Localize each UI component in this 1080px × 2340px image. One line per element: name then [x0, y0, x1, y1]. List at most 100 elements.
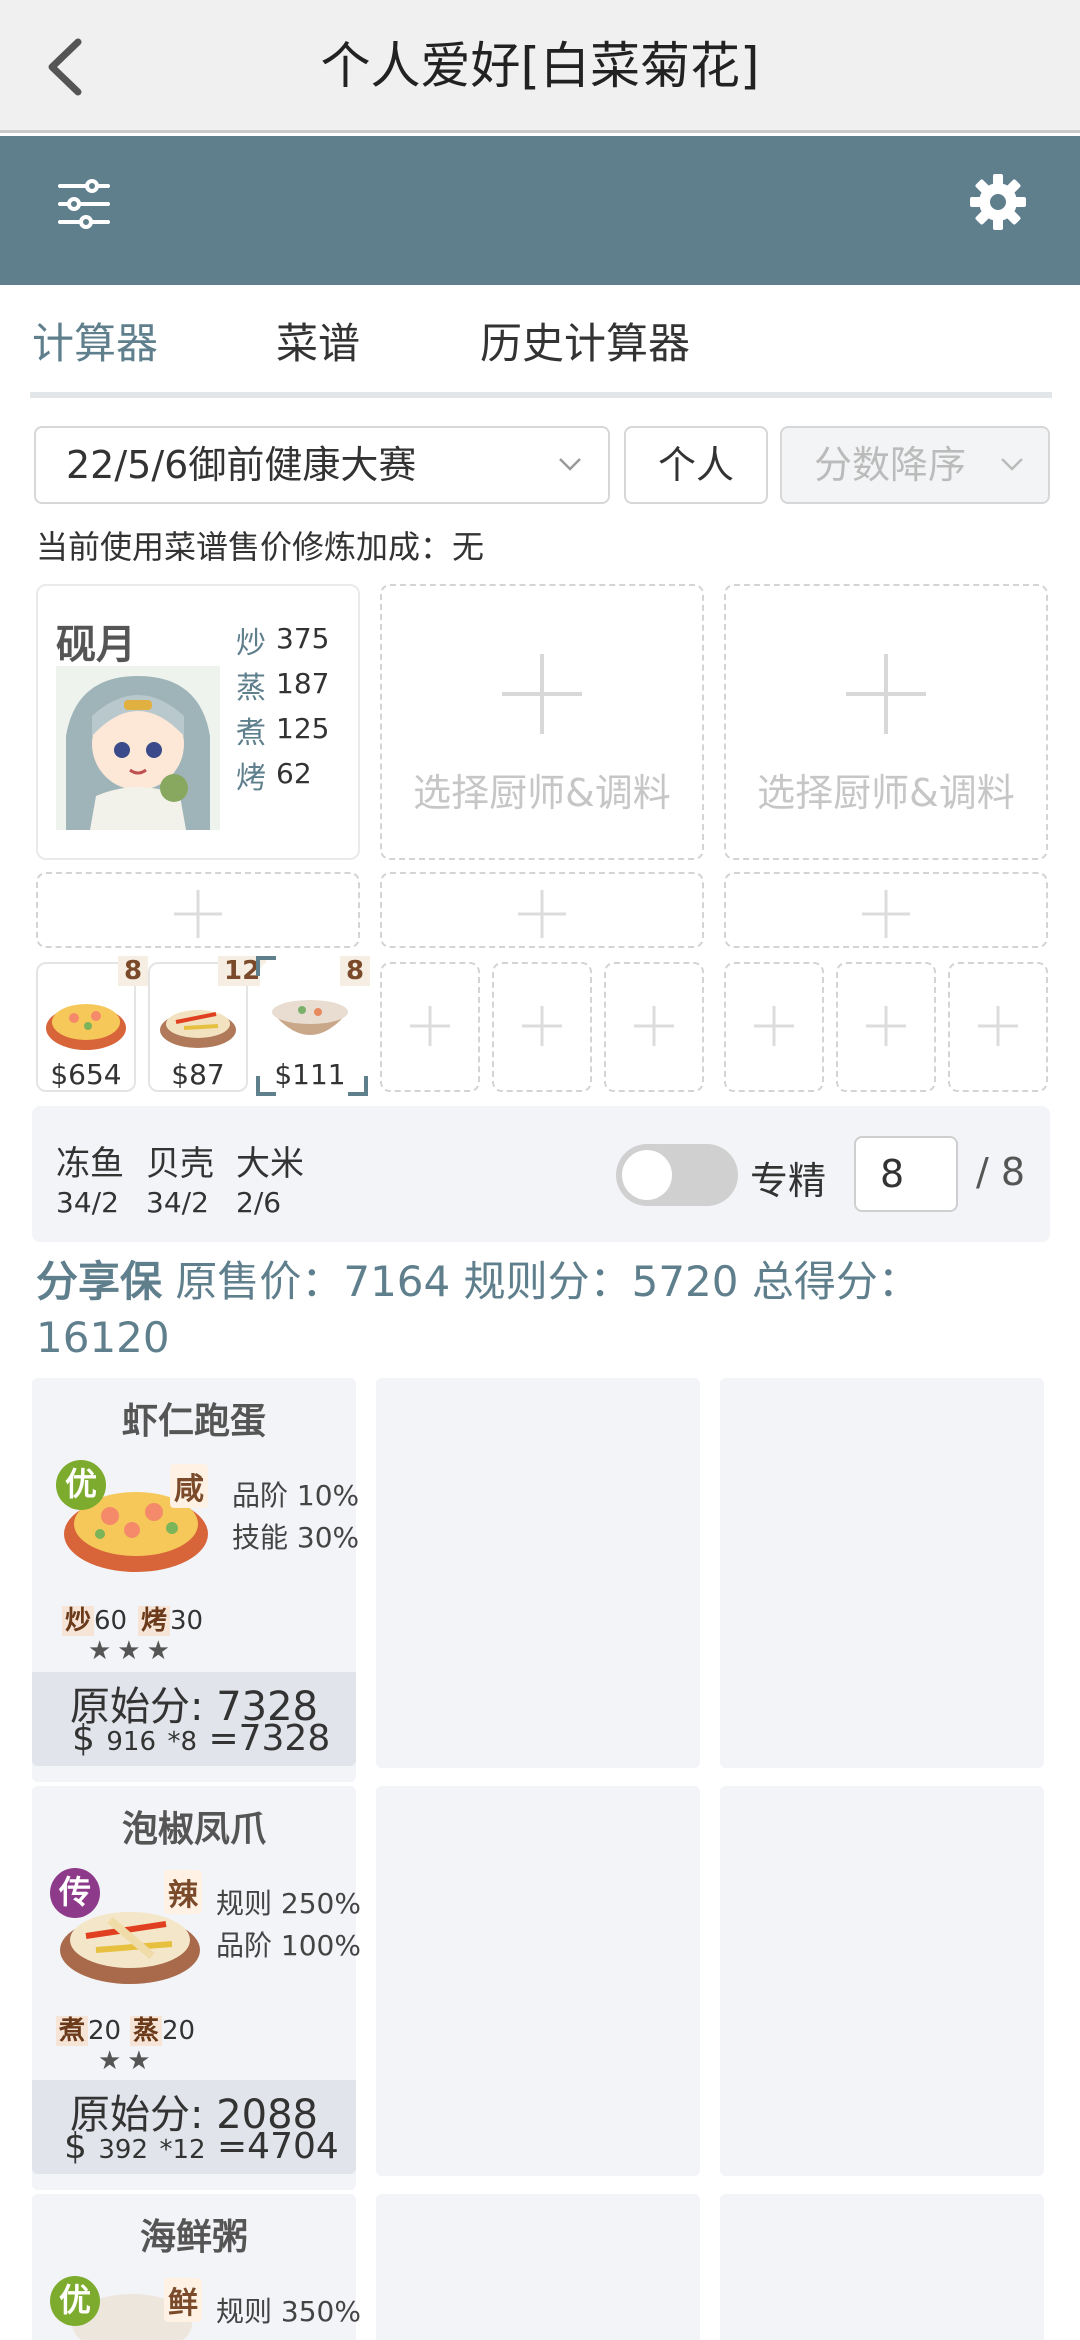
recipe-name: 泡椒凤爪	[121, 1809, 266, 1850]
grade-badge: 传	[50, 1868, 100, 1918]
ingredient-name: 大米	[236, 1144, 304, 1184]
recipe-slot-empty[interactable]	[720, 1786, 1044, 2176]
skill-label: 煮	[236, 716, 266, 751]
recipe-multiplier: *8	[167, 1727, 197, 1757]
plus-icon	[866, 1006, 906, 1046]
toggle-knob	[622, 1150, 672, 1200]
taste-badge: 鲜	[164, 2278, 202, 2322]
tab-history-calculator[interactable]: 历史计算器	[480, 310, 690, 371]
recipe-stars: ★★★	[88, 1636, 176, 1666]
ingredient-qty: 2/6	[236, 1186, 282, 1219]
score-text: 原售价：7164 规则分：5720 总得分：16120	[36, 1257, 920, 1362]
dish-image	[46, 1004, 126, 1050]
recipe-total: =7328	[208, 1718, 331, 1759]
chef-name: 砚月	[56, 622, 136, 668]
dish-price: $111	[274, 1058, 346, 1091]
ingredient-name: 贝壳	[146, 1144, 214, 1184]
tab-divider	[30, 392, 1052, 398]
cook-skill-value: 20	[162, 2016, 196, 2046]
cook-skill: 煮 20	[56, 2010, 121, 2047]
plus-icon	[846, 654, 926, 734]
dish-count: 8	[118, 956, 149, 986]
ingredient-name: 冻鱼	[56, 1144, 124, 1184]
recipe-buff: 技能 30%	[232, 1521, 360, 1554]
share-link[interactable]: 分享保	[36, 1257, 162, 1306]
cook-skill-value: 30	[170, 1606, 204, 1636]
dish-price: $87	[171, 1058, 225, 1091]
specialty-input[interactable]: 8	[854, 1136, 958, 1212]
mode-button[interactable]: 个人	[624, 426, 768, 504]
recipe-price: 392	[98, 2135, 148, 2165]
recipe-name: 海鲜粥	[139, 2217, 248, 2258]
plus-icon	[410, 1006, 450, 1046]
recipe-buff: 品阶 100%	[216, 1929, 361, 1962]
grade-badge: 优	[50, 2276, 100, 2326]
recipe-multiplier: *12	[159, 2135, 206, 2165]
taste-badge: 辣	[164, 1870, 202, 1914]
plus-icon	[522, 1006, 562, 1046]
page-title: 个人爱好[白菜菊花]	[320, 37, 760, 95]
recipe-stars: ★★	[98, 2046, 157, 2076]
cook-skill-label: 炒	[62, 1606, 95, 1636]
chef-slot-label: 选择厨师&调料	[413, 771, 671, 815]
recipe-name: 虾仁跑蛋	[121, 1401, 266, 1442]
bonus-text: 当前使用菜谱售价修炼加成：无	[36, 528, 485, 566]
recipe-buff: 品阶 10%	[232, 1479, 360, 1512]
cook-skill-label: 烤	[138, 1606, 171, 1636]
ingredient-qty: 34/2	[146, 1186, 209, 1219]
skill-value: 62	[276, 757, 312, 790]
recipe-buff: 规则 250%	[216, 1887, 361, 1920]
recipe-slot-empty[interactable]	[376, 1378, 700, 1768]
skill-label: 蒸	[236, 671, 266, 706]
chevron-down-icon	[1001, 458, 1023, 471]
recipe-slot-empty[interactable]	[376, 1786, 700, 2176]
cook-skill-value: 20	[88, 2016, 122, 2046]
event-select[interactable]: 22/5/6御前健康大赛	[34, 426, 610, 504]
dish-count: 8	[340, 956, 371, 986]
skill-label: 烤	[236, 761, 266, 796]
dollar-icon: $	[72, 1718, 95, 1759]
chevron-down-icon	[559, 458, 581, 471]
toolbar	[0, 136, 1080, 285]
cook-skill-label: 蒸	[130, 2016, 163, 2046]
sort-select-value: 分数降序	[814, 443, 967, 487]
skill-value: 187	[276, 667, 330, 700]
score-calc: $ 392 *12 =4704	[64, 2126, 339, 2167]
plus-icon	[754, 1006, 794, 1046]
cook-skill: 烤 30	[138, 1600, 203, 1637]
skill-value: 125	[276, 712, 330, 745]
cook-skill: 蒸 20	[130, 2010, 195, 2047]
dollar-icon: $	[64, 2126, 87, 2167]
cook-skill: 炒 60	[62, 1600, 127, 1637]
recipe-total: =4704	[217, 2126, 339, 2167]
gear-icon[interactable]	[968, 172, 1028, 232]
tab-calculator[interactable]: 计算器	[32, 310, 158, 371]
recipe-price: 916	[106, 1727, 156, 1757]
taste-badge: 咸	[170, 1464, 208, 1508]
score-summary: 分享保 原售价：7164 规则分：5720 总得分：16120	[36, 1254, 1036, 1366]
cook-skill-label: 煮	[56, 2016, 89, 2046]
plus-icon	[862, 890, 910, 938]
chef-portrait	[56, 666, 220, 830]
plus-icon	[978, 1006, 1018, 1046]
score-calc: $ 916 *8 =7328	[72, 1718, 330, 1759]
plus-icon	[174, 890, 222, 938]
ingredient-qty: 34/2	[56, 1186, 119, 1219]
filter-icon[interactable]	[56, 176, 112, 232]
specialty-label: 专精	[750, 1159, 827, 1203]
dish-price: $654	[50, 1058, 122, 1091]
chef-slot-label: 选择厨师&调料	[757, 771, 1015, 815]
recipe-slot-empty[interactable]	[376, 2194, 700, 2340]
skill-label: 炒	[236, 626, 266, 661]
dish-image	[272, 1000, 348, 1035]
grade-badge: 优	[56, 1460, 106, 1510]
plus-icon	[518, 890, 566, 938]
specialty-max: / 8	[976, 1150, 1026, 1194]
recipe-slot-empty[interactable]	[720, 2194, 1044, 2340]
recipe-buff: 规则 350%	[216, 2295, 361, 2328]
tab-recipes[interactable]: 菜谱	[276, 310, 360, 371]
plus-icon	[634, 1006, 674, 1046]
plus-icon	[502, 654, 582, 734]
recipe-slot-empty[interactable]	[720, 1378, 1044, 1768]
event-select-value: 22/5/6御前健康大赛	[66, 443, 417, 487]
